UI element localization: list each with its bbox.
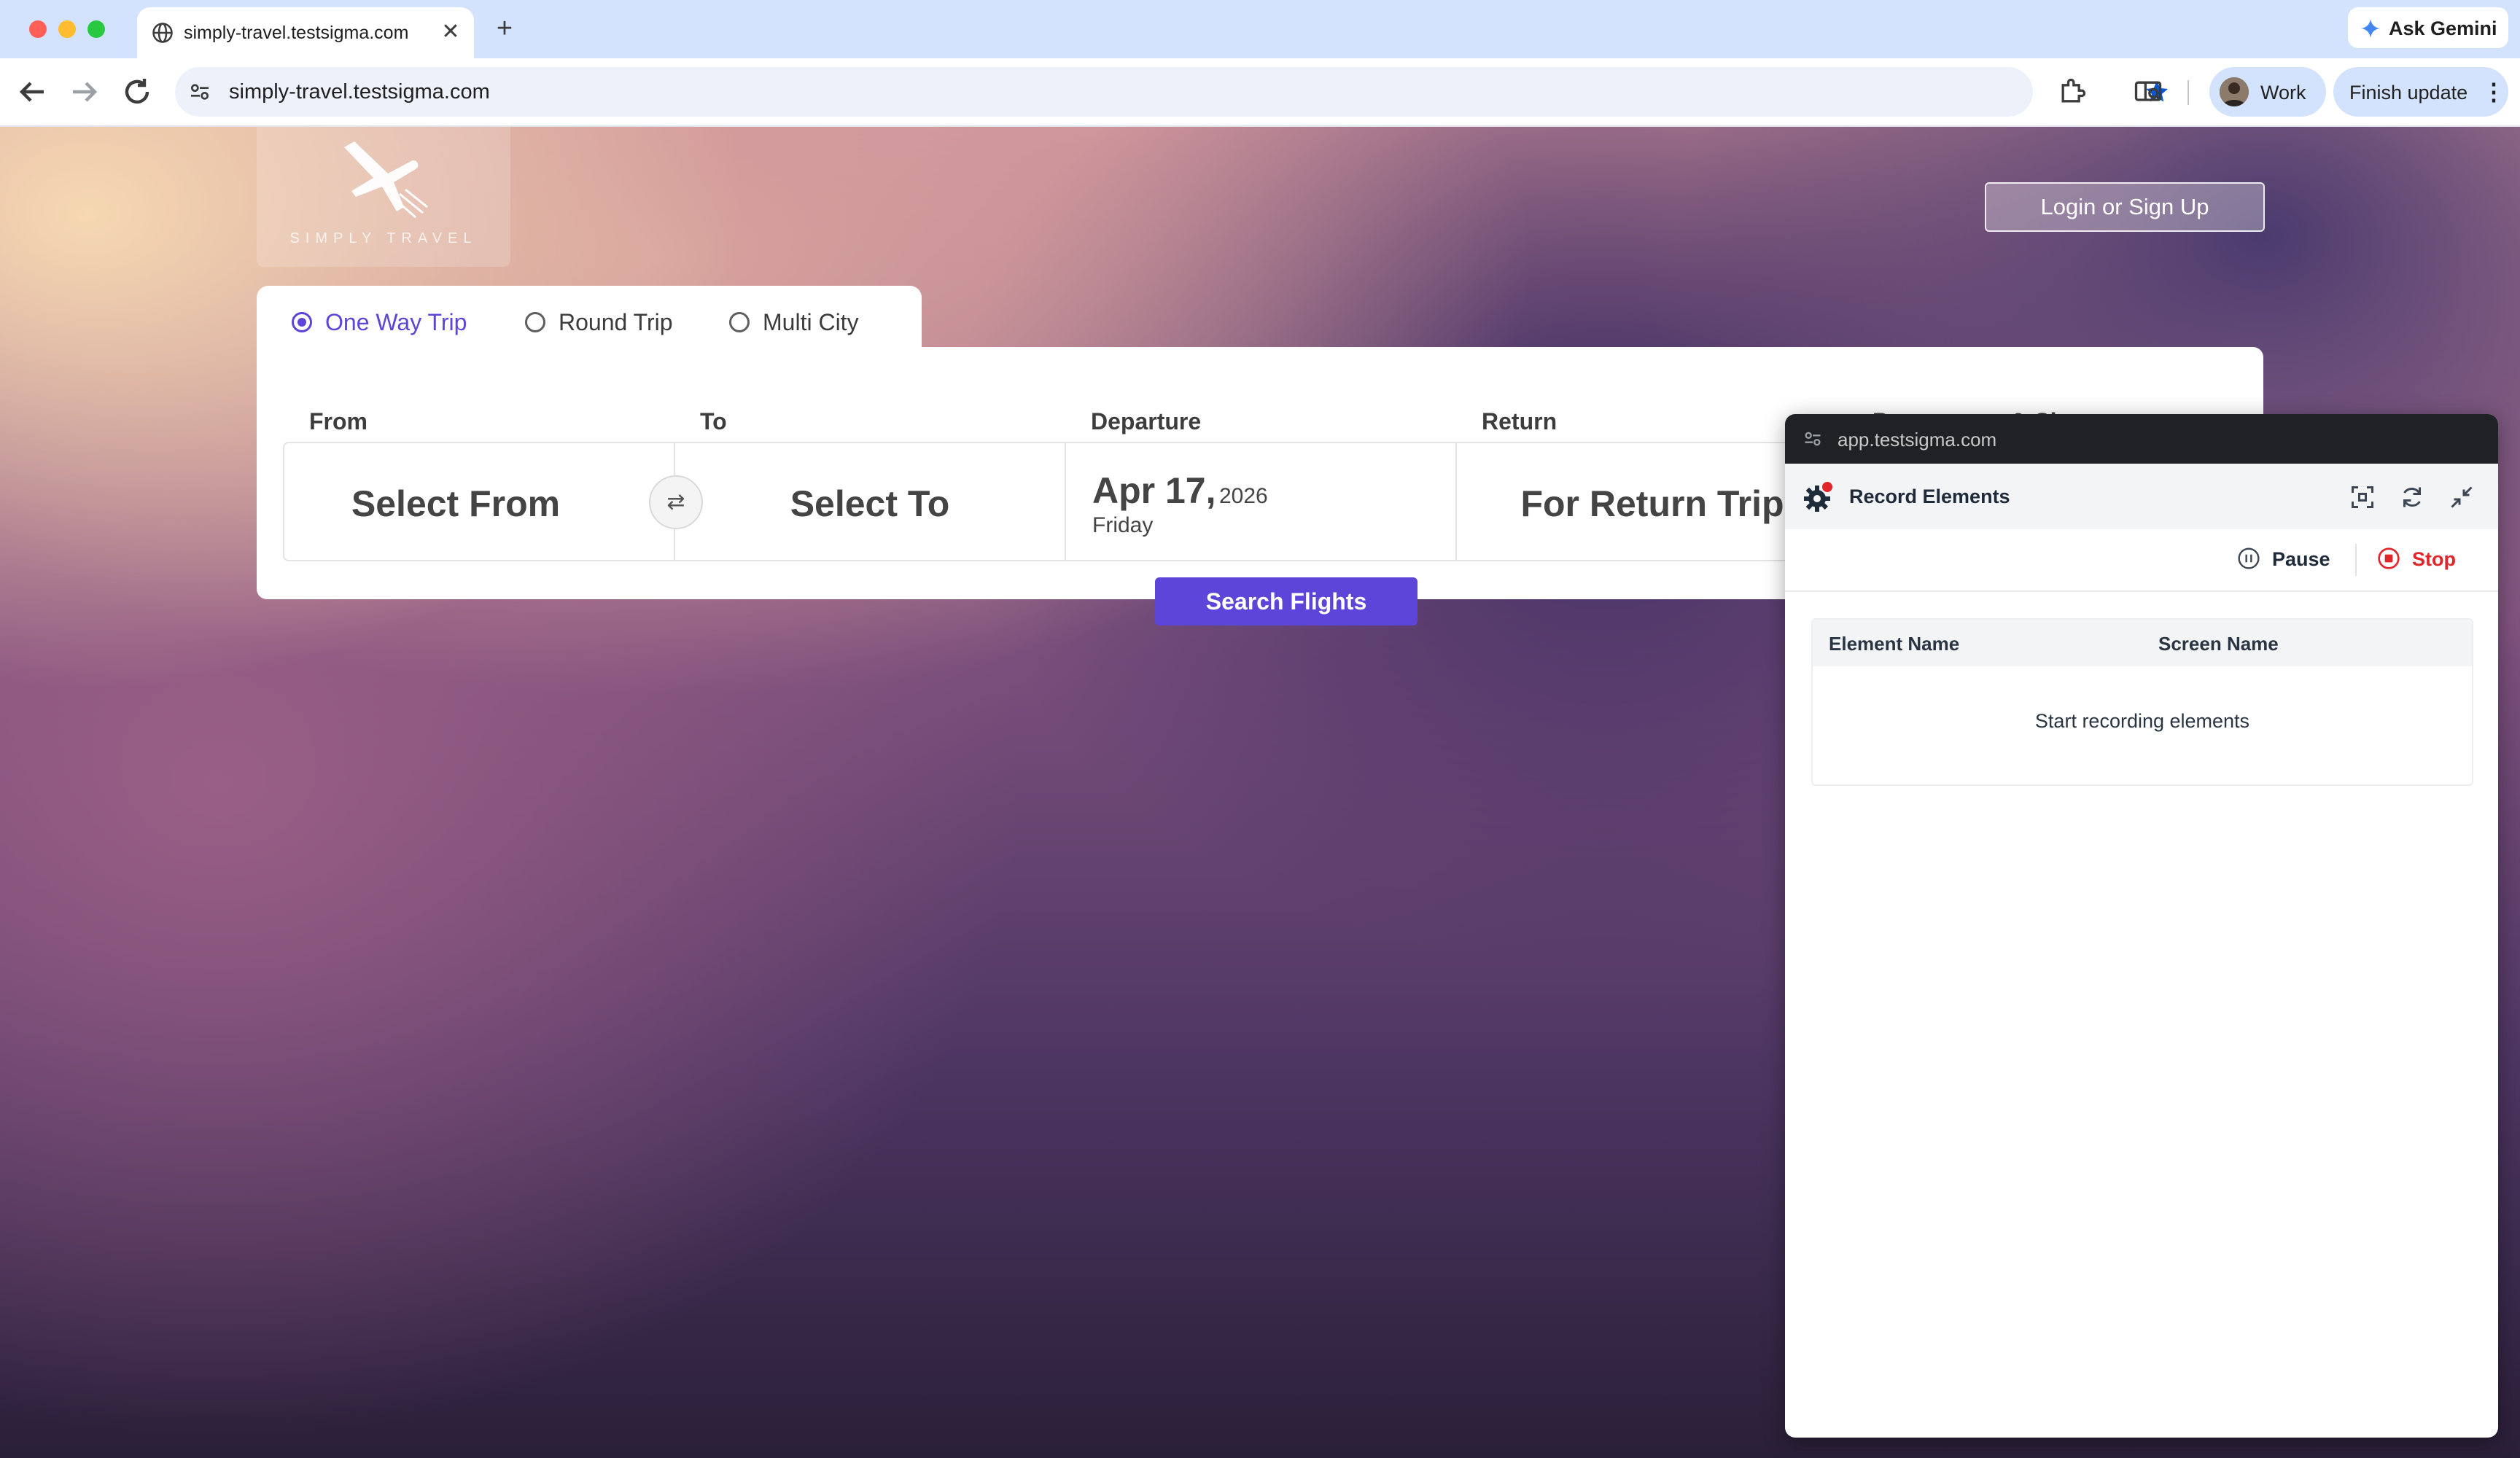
login-signup-button[interactable]: Login or Sign Up — [1985, 182, 2265, 232]
browser-toolbar: simply-travel.testsigma.com Work Finish … — [0, 58, 2520, 127]
logo-text: SIMPLY TRAVEL — [289, 230, 478, 246]
gemini-icon — [2361, 19, 2380, 38]
tab-title: simply-travel.testsigma.com — [184, 23, 409, 43]
recorder-panel: app.testsigma.com Record Elements Pause … — [1785, 414, 2498, 1438]
pause-label: Pause — [2272, 548, 2330, 570]
pause-icon — [2238, 547, 2260, 569]
window-zoom-button[interactable] — [88, 20, 105, 38]
reading-mode-icon[interactable] — [2132, 76, 2164, 108]
radio-unchecked-icon — [729, 312, 750, 332]
back-icon[interactable] — [15, 74, 50, 109]
empty-state-message: Start recording elements — [2034, 710, 2250, 732]
capture-element-icon[interactable] — [2349, 484, 2376, 510]
recorded-elements-table: Element Name Screen Name Start recording… — [1811, 618, 2473, 786]
browser-tab-active[interactable]: simply-travel.testsigma.com ✕ — [137, 7, 474, 58]
trip-type-selector: One Way Trip Round Trip Multi City — [257, 286, 922, 351]
from-value: Select From — [351, 483, 561, 524]
site-logo[interactable]: SIMPLY TRAVEL — [257, 127, 510, 267]
extensions-icon[interactable] — [2056, 76, 2088, 108]
globe-icon — [152, 23, 173, 43]
profile-label: Work — [2260, 82, 2306, 104]
address-bar[interactable]: simply-travel.testsigma.com — [175, 67, 2168, 117]
testsigma-logo-icon — [1804, 482, 1832, 512]
radio-checked-icon — [292, 312, 312, 332]
stop-icon — [2378, 547, 2400, 569]
table-header: Element Name Screen Name — [1813, 620, 2472, 666]
departure-year: 2026 — [1219, 484, 1268, 508]
new-tab-button[interactable]: + — [490, 15, 519, 44]
stop-label: Stop — [2412, 548, 2456, 570]
recorder-title: Record Elements — [1849, 486, 2010, 507]
window-minimize-button[interactable] — [58, 20, 76, 38]
recorder-url-bar: app.testsigma.com — [1785, 414, 2498, 464]
to-value: Select To — [790, 483, 950, 524]
controls-divider — [2355, 544, 2357, 576]
column-header-element-name: Element Name — [1829, 633, 1960, 655]
departure-field[interactable]: Apr 17, 2026 Friday — [1066, 443, 1457, 560]
finish-update-button[interactable]: Finish update ⋮ — [2333, 67, 2508, 117]
site-info-icon — [1805, 432, 1821, 446]
finish-update-label: Finish update — [2349, 82, 2468, 104]
from-label: From — [309, 408, 368, 434]
site-info-icon[interactable] — [188, 80, 211, 104]
reload-icon[interactable] — [120, 74, 155, 109]
to-field[interactable]: Select To — [675, 443, 1066, 560]
to-label: To — [700, 408, 727, 434]
ask-gemini-label: Ask Gemini — [2389, 17, 2497, 39]
avatar — [2220, 77, 2249, 106]
recorder-controls: Pause Stop — [1785, 529, 2498, 592]
return-label: Return — [1482, 408, 1558, 434]
window-close-button[interactable] — [29, 20, 47, 38]
airplane-icon — [344, 141, 428, 219]
ask-gemini-button[interactable]: Ask Gemini — [2348, 7, 2508, 48]
url-text: simply-travel.testsigma.com — [229, 80, 490, 104]
radio-label: Multi City — [763, 309, 859, 335]
departure-date: Apr 17, — [1092, 470, 1216, 511]
recorder-header: Record Elements — [1785, 464, 2498, 529]
from-field[interactable]: Select From ⇄ — [284, 443, 703, 560]
radio-label: One Way Trip — [325, 309, 467, 335]
radio-unchecked-icon — [525, 312, 545, 332]
recorder-url: app.testsigma.com — [1838, 429, 1997, 451]
departure-day: Friday — [1092, 513, 1154, 537]
refresh-icon[interactable] — [2399, 484, 2425, 510]
toolbar-divider — [2188, 80, 2189, 105]
forward-icon[interactable] — [67, 74, 102, 109]
column-header-screen-name: Screen Name — [2158, 633, 2279, 655]
minimize-panel-icon[interactable] — [2449, 484, 2475, 510]
departure-label: Departure — [1091, 408, 1202, 434]
profile-button[interactable]: Work — [2209, 67, 2326, 117]
search-flights-button[interactable]: Search Flights — [1155, 577, 1418, 625]
avatar-icon — [2220, 77, 2249, 106]
radio-label: Round Trip — [559, 309, 673, 335]
tab-close-icon[interactable]: ✕ — [438, 19, 464, 45]
browser-tabstrip: simply-travel.testsigma.com ✕ + Ask Gemi… — [0, 0, 2520, 58]
more-menu-icon[interactable]: ⋮ — [2482, 79, 2505, 105]
